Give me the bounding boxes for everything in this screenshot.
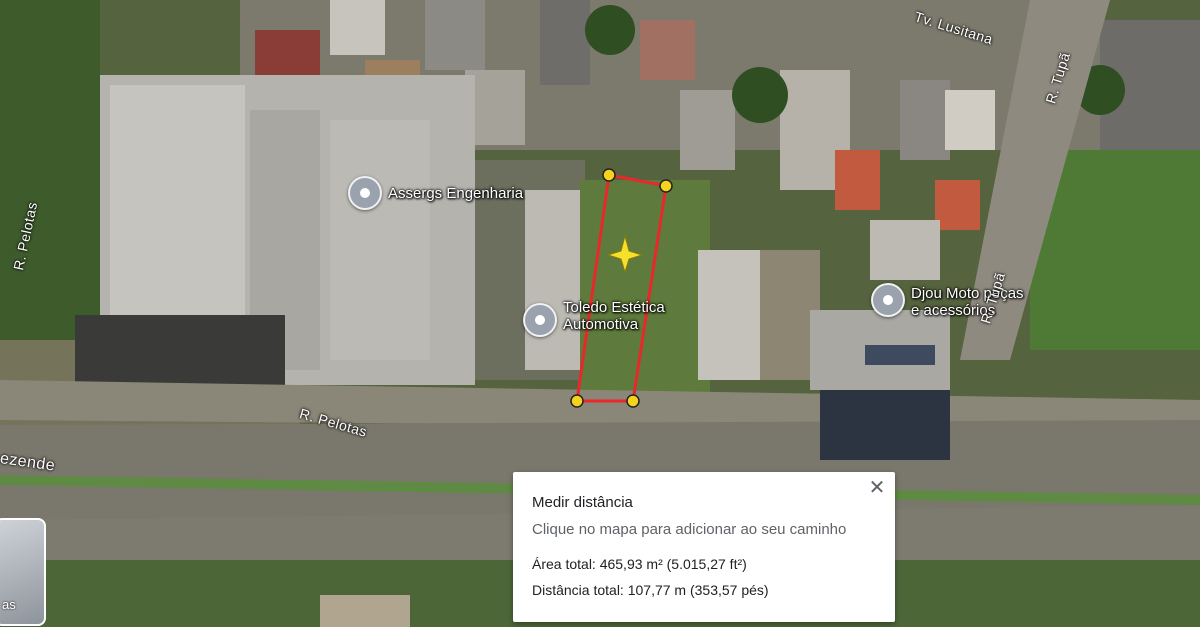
building-bottom [320,595,410,627]
warehouse-section [110,85,245,315]
measure-vertex[interactable] [626,394,640,408]
total-area: Área total: 465,93 m² (5.015,27 ft²) [532,556,747,572]
measure-distance-panel: Medir distância Clique no mapa para adic… [513,472,895,622]
warehouse-section [330,120,430,360]
building-roof [525,190,580,370]
solar-panels [865,345,935,365]
place-pin-icon [871,283,905,317]
place-pin-icon [348,176,382,210]
total-distance: Distância total: 107,77 m (353,57 pés) [532,582,769,598]
place-pin-icon [523,303,557,337]
poi-assergs-engenharia[interactable]: Assergs Engenharia [348,176,523,210]
poi-label: Assergs Engenharia [388,184,524,202]
building-roof [870,220,940,280]
poi-toledo-estetica[interactable]: Toledo Estética Automotiva [523,299,665,337]
panel-title: Medir distância [532,494,633,511]
close-icon[interactable]: ✕ [865,476,889,500]
measure-vertex[interactable] [602,168,616,182]
layers-label: as [2,597,16,612]
poi-label: Toledo Estética Automotiva [563,299,665,333]
poi-label: Djou Moto peças e acessórios [911,285,1024,319]
vegetation-left [0,0,100,350]
building-shadow [820,390,950,460]
selected-lot-vegetation [580,180,710,400]
layers-toggle-button[interactable]: as [0,518,46,626]
measure-vertex[interactable] [570,394,584,408]
panel-instructions: Clique no mapa para adicionar ao seu cam… [532,521,847,538]
measure-vertex[interactable] [659,179,673,193]
building-roof [698,250,760,380]
